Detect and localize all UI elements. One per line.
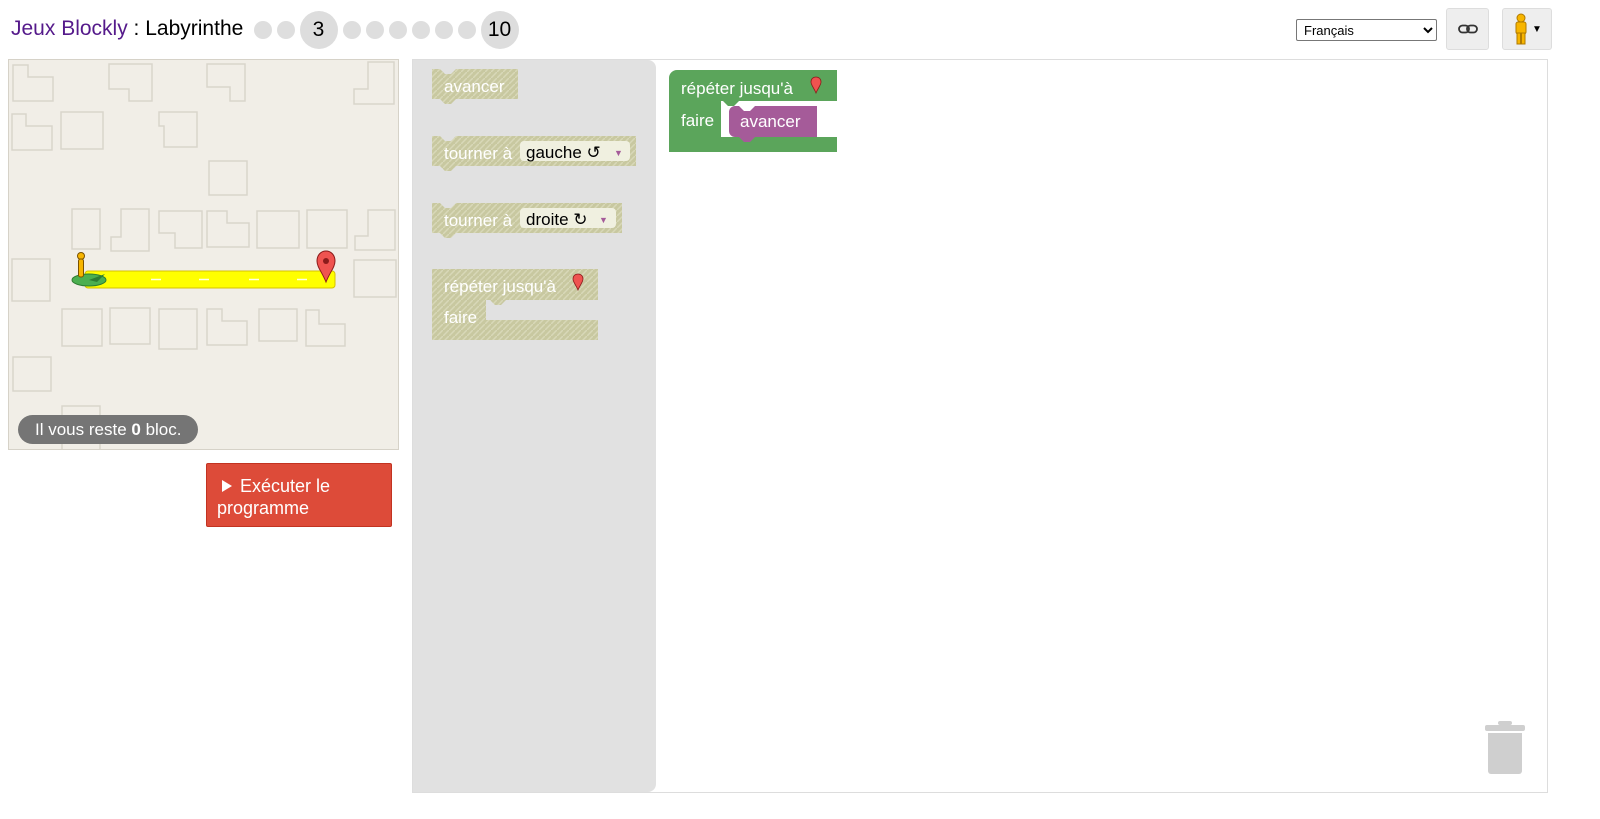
level-dot-5[interactable] [365,21,384,39]
toolbox-block-tourner-droite[interactable]: tourner à droite ↻ ▼ [432,203,622,238]
program-repeter-label: répéter jusqu'à [681,79,793,98]
maze-display [8,59,399,450]
toolbox-faire-label: faire [444,308,477,327]
play-icon [222,480,232,492]
capacity-bubble: Il vous reste 0 bloc. [18,415,199,444]
level-dot-8[interactable] [434,21,453,39]
pegman-dropdown-arrow: ▼ [1532,23,1542,35]
capacity-prefix: Il vous reste [35,420,132,439]
dropdown-arrow-icon: ▼ [599,215,608,225]
toolbox-repeter-label: répéter jusqu'à [444,277,556,296]
dropdown-droite-label: droite ↻ [526,210,588,229]
level-dot-4[interactable] [342,21,361,39]
maze-walls [11,61,397,449]
blocks-canvas: avancer tourner à gauche ↺ ▼ tourner à d… [432,69,837,340]
maze-svg [11,61,397,449]
dropdown-gauche-label: gauche ↺ [526,143,601,162]
pegman-icon [1515,13,1527,45]
pegman-button[interactable]: ▼ [1502,8,1552,50]
toolbox-block-avancer[interactable]: avancer [432,69,518,104]
capacity-suffix: bloc. [140,420,182,439]
current-level-indicator[interactable]: 3 [299,11,338,49]
level-dot-6[interactable] [388,21,407,39]
program-block-avancer[interactable]: avancer [729,106,817,142]
run-program-button[interactable]: Exécuter le programme [206,463,392,527]
run-button-label: Exécuter le programme [217,476,331,518]
pegman-start-icon [71,252,107,287]
trash-icon[interactable] [1485,720,1525,775]
header: Jeux Blockly : Labyrinthe 3 10 Français … [0,0,1600,60]
toolbox-tourner-droite-label: tourner à [444,211,513,230]
level-dot-7[interactable] [411,21,430,39]
toolbox-block-repeter[interactable]: répéter jusqu'à faire [432,269,598,340]
page-title: Jeux Blockly : Labyrinthe [11,17,243,41]
last-level-indicator[interactable]: 10 [480,11,519,49]
level-dot-1[interactable] [253,21,272,39]
level-dot-9[interactable] [457,21,476,39]
link-icon [1457,24,1478,34]
capacity-count: 0 [131,420,141,439]
link-button[interactable] [1446,8,1489,50]
blockly-workspace[interactable]: avancer tourner à gauche ↺ ▼ tourner à d… [412,59,1548,793]
app-name-link[interactable]: Jeux Blockly [11,17,128,40]
level-dot-2[interactable] [276,21,295,39]
game-name: Labyrinthe [145,17,244,40]
toolbox-tourner-gauche-label: tourner à [444,144,513,163]
dropdown-arrow-icon: ▼ [614,148,623,158]
program-faire-label: faire [681,111,714,130]
toolbox-block-tourner-gauche[interactable]: tourner à gauche ↺ ▼ [432,136,636,171]
level-selector: 3 10 [251,11,521,49]
title-separator: : [127,17,146,40]
program-avancer-label: avancer [740,112,801,131]
toolbox-avancer-label: avancer [444,77,505,96]
language-select[interactable]: Français [1296,19,1437,41]
